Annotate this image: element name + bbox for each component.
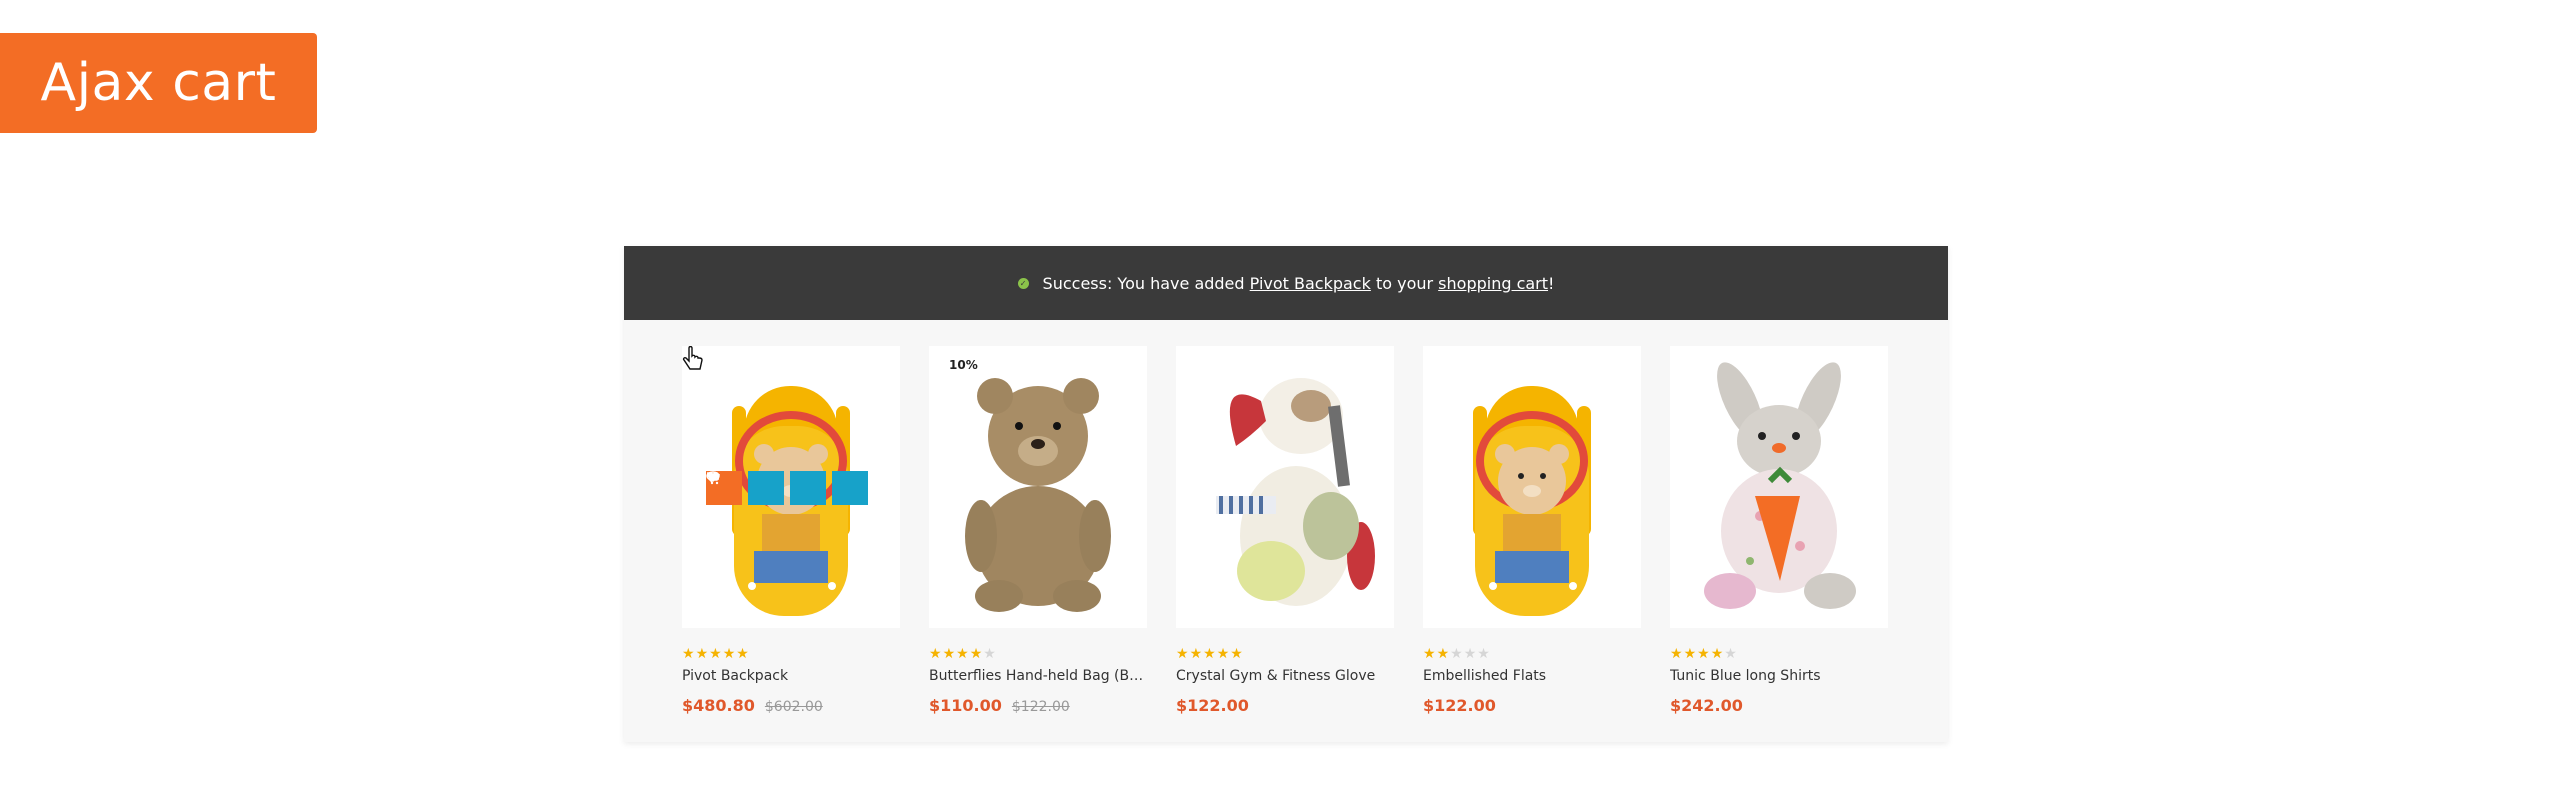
rating-stars: ★ ★ ★ ★ ★ [1176, 647, 1243, 661]
price-row: $480.80 $602.00 [682, 696, 823, 715]
plush-dog-image [1216, 378, 1375, 606]
price-row: $242.00 [1670, 696, 1743, 715]
alert-cart-link[interactable]: shopping cart [1438, 274, 1548, 293]
rating-stars: ★ ★ ★ ★ ★ [929, 647, 996, 661]
star-filled-icon: ★ [929, 646, 942, 662]
brown-teddy-bear-image [965, 378, 1111, 612]
product-name[interactable]: Embellished Flats [1423, 668, 1641, 684]
quick-view-button[interactable] [706, 471, 784, 505]
ajax-cart-badge: Ajax cart [0, 33, 317, 133]
check-circle-icon: ✓ [1017, 277, 1029, 289]
product-image[interactable] [1423, 346, 1641, 628]
star-filled-icon: ★ [1189, 646, 1203, 662]
product-price: $122.00 [1423, 696, 1496, 715]
star-filled-icon: ★ [1683, 646, 1697, 662]
rating-stars: ★ ★ ★ ★ ★ [1423, 647, 1490, 661]
product-card[interactable]: ★ ★ ★ ★ ★ Crystal Gym & Fitness Glove $122.0… [1176, 346, 1394, 715]
compare-icon [707, 471, 719, 483]
teddy-backpack-image [1473, 386, 1591, 616]
alert-prefix: Success: You have added [1042, 273, 1250, 293]
ajax-cart-panel: ✓ Success: You have added Pivot Backpack… [624, 246, 1948, 742]
star-filled-icon: ★ [969, 646, 983, 662]
star-filled-icon: ★ [942, 646, 956, 662]
star-filled-icon: ★ [1176, 646, 1189, 662]
star-filled-icon: ★ [695, 646, 709, 662]
product-price: $242.00 [1670, 696, 1743, 715]
star-empty-icon: ★ [983, 646, 996, 662]
product-card[interactable]: 10% ★ ★ ★ ★ ★ Butterflies Hand-held Bag (Bei… [929, 346, 1147, 715]
star-empty-icon: ★ [1724, 646, 1737, 662]
star-filled-icon: ★ [1710, 646, 1724, 662]
alert-middle: to your [1370, 273, 1439, 293]
star-empty-icon: ★ [1477, 646, 1490, 662]
star-filled-icon: ★ [736, 646, 749, 662]
star-filled-icon: ★ [1697, 646, 1710, 662]
alert-product-link[interactable]: Pivot Backpack [1250, 274, 1371, 293]
compare-button[interactable] [707, 471, 868, 505]
wishlist-button[interactable] [707, 471, 826, 505]
star-filled-icon: ★ [722, 646, 736, 662]
star-filled-icon: ★ [1216, 646, 1230, 662]
price-row: $122.00 [1423, 696, 1496, 715]
star-filled-icon: ★ [1670, 646, 1683, 662]
product-image[interactable]: 10% [929, 346, 1147, 628]
product-image[interactable] [1670, 346, 1888, 628]
star-empty-icon: ★ [1450, 646, 1463, 662]
product-name[interactable]: Pivot Backpack [682, 668, 900, 684]
product-old-price: $122.00 [1011, 699, 1070, 715]
alert-suffix: ! [1548, 273, 1555, 293]
product-price: $110.00 [929, 696, 1002, 715]
hand-cursor-icon [682, 346, 703, 370]
star-empty-icon: ★ [1463, 646, 1477, 662]
star-filled-icon: ★ [1230, 646, 1243, 662]
plush-bunny-image [1704, 362, 1856, 609]
product-card[interactable]: ★ ★ ★ ★ ★ Embellished Flats $122.00 [1423, 346, 1641, 715]
product-card[interactable]: ★ ★ ★ ★ ★ Pivot Backpack $480.80 $602.00 [682, 346, 900, 715]
price-row: $110.00 $122.00 [929, 696, 1070, 715]
hover-action-bar [706, 471, 868, 505]
product-name[interactable]: Crystal Gym & Fitness Glove [1176, 668, 1394, 684]
star-filled-icon: ★ [709, 646, 722, 662]
star-filled-icon: ★ [682, 646, 695, 662]
star-filled-icon: ★ [1423, 646, 1436, 662]
star-filled-icon: ★ [1436, 646, 1450, 662]
product-image[interactable] [682, 346, 900, 628]
star-filled-icon: ★ [956, 646, 969, 662]
rating-stars: ★ ★ ★ ★ ★ [1670, 647, 1737, 661]
rating-stars: ★ ★ ★ ★ ★ [682, 647, 749, 661]
product-image[interactable] [1176, 346, 1394, 628]
success-alert: ✓ Success: You have added Pivot Backpack… [624, 246, 1948, 320]
product-name[interactable]: Tunic Blue long Shirts [1670, 668, 1888, 684]
product-card[interactable]: ★ ★ ★ ★ ★ Tunic Blue long Shirts $242.00 [1670, 346, 1888, 715]
discount-label: 10% [949, 358, 978, 372]
product-old-price: $602.00 [764, 699, 823, 715]
star-filled-icon: ★ [1203, 646, 1216, 662]
price-row: $122.00 [1176, 696, 1249, 715]
product-price: $122.00 [1176, 696, 1249, 715]
product-price: $480.80 [682, 696, 755, 715]
product-name[interactable]: Butterflies Hand-held Bag (Beige) [929, 668, 1147, 684]
